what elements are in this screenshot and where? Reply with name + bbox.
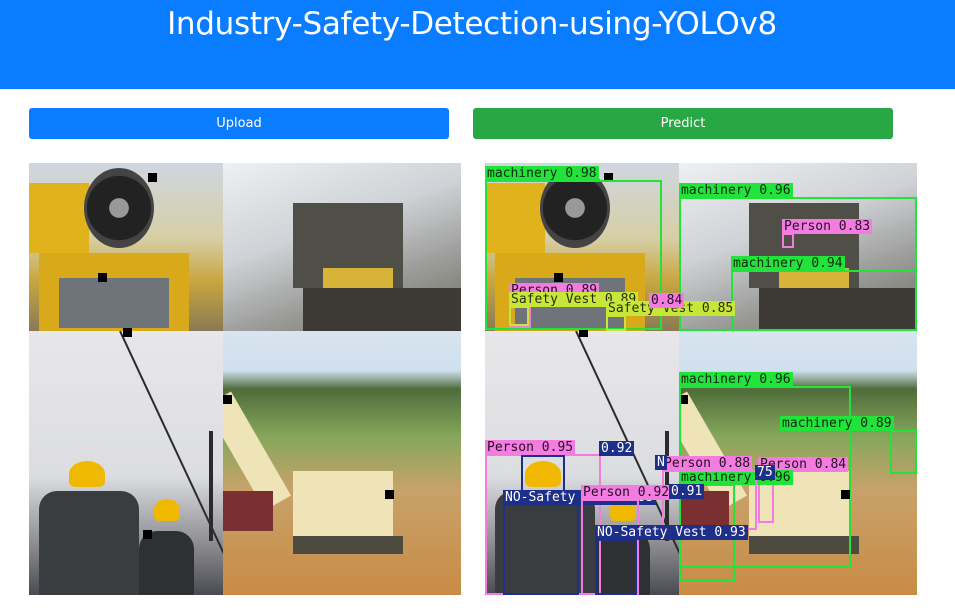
detection-label: N bbox=[655, 455, 667, 470]
utility-pole bbox=[209, 431, 213, 541]
app-window: Industry-Safety-Detection-using-YOLOv8 U… bbox=[0, 0, 955, 615]
header-bar: Industry-Safety-Detection-using-YOLOv8 bbox=[0, 0, 955, 89]
marker bbox=[841, 490, 850, 499]
tile-workers bbox=[29, 331, 223, 595]
detection-label: machinery 0.98 bbox=[485, 166, 599, 181]
marker bbox=[223, 395, 232, 404]
dump-truck bbox=[223, 491, 273, 531]
detection-label: machinery 0.96 bbox=[679, 372, 793, 387]
detection-label: machinery 0.94 bbox=[731, 256, 845, 271]
tile-truck bbox=[29, 163, 223, 331]
detection-label: machinery 0.89 bbox=[780, 416, 894, 431]
detection-label: Person 0.88 bbox=[662, 456, 753, 471]
marker bbox=[148, 173, 157, 182]
spare-tire bbox=[84, 168, 154, 248]
truck-cab bbox=[29, 183, 89, 253]
excavator-cab bbox=[293, 471, 393, 541]
detection-label: 0.92 bbox=[599, 441, 635, 456]
marker bbox=[123, 328, 132, 337]
detection-box-machinery: machinery 0.94 bbox=[731, 256, 917, 331]
prediction-image: machinery 0.98 machinery 0.96 Person 0.8… bbox=[485, 163, 917, 595]
detection-box-safety-vest: Safety Vest 0.89 bbox=[509, 292, 639, 326]
excavator-tracks bbox=[293, 536, 403, 554]
detection-box-no-safety-vest: NO-Safety Vest 0.93 bbox=[595, 525, 748, 595]
page-title: Industry-Safety-Detection-using-YOLOv8 bbox=[167, 6, 777, 42]
marker bbox=[385, 490, 394, 499]
upload-button[interactable]: Upload bbox=[29, 108, 449, 139]
detection-box-no-safety-vest: 0.91 bbox=[669, 484, 705, 502]
detection-box-person: Person 0.83 bbox=[782, 219, 873, 248]
detection-box-machinery: machinery 0.89 bbox=[780, 416, 917, 474]
input-image bbox=[29, 163, 461, 595]
hardhat-2 bbox=[154, 499, 180, 521]
detection-box-no-safety-vest: N bbox=[655, 455, 667, 473]
truck-window bbox=[59, 278, 169, 328]
tile-excavator bbox=[223, 331, 461, 595]
detection-label: Person 0.95 bbox=[485, 440, 576, 455]
detection-label: NO-Safety Vest 0.93 bbox=[595, 525, 748, 540]
hardhat-1 bbox=[69, 461, 105, 487]
worker-1 bbox=[39, 491, 139, 595]
detection-label: 0.84 bbox=[649, 293, 685, 308]
worker-2 bbox=[139, 531, 194, 595]
detection-box-no-safety-vest: 75 bbox=[755, 465, 775, 483]
detection-label: machinery 0.96 bbox=[679, 183, 793, 198]
marker bbox=[98, 273, 107, 282]
detection-box-no-safety-vest: NO-Safety Vest 0.95 bbox=[503, 490, 656, 595]
marker bbox=[143, 530, 152, 539]
detection-label: Person 0.83 bbox=[782, 219, 873, 234]
detection-label: 75 bbox=[755, 465, 775, 480]
loader-ground bbox=[303, 288, 461, 331]
tile-loader bbox=[223, 163, 461, 331]
detection-label: Person 0.92 bbox=[581, 485, 672, 500]
detection-box-safety-vest: Safety Vest 0.85 bbox=[606, 301, 736, 331]
predict-button[interactable]: Predict bbox=[473, 108, 893, 139]
detection-label: 0.91 bbox=[669, 484, 705, 499]
detection-box-person: 0.84 bbox=[649, 293, 685, 311]
